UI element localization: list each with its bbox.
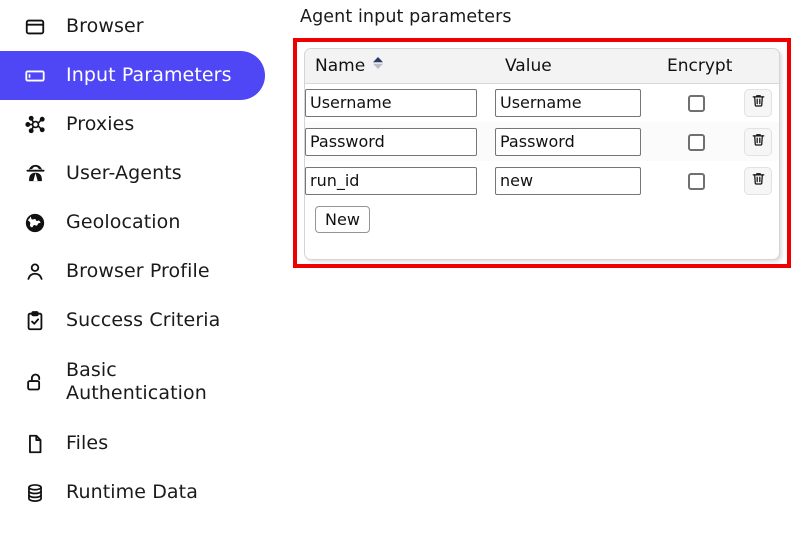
- param-name-input[interactable]: [305, 88, 477, 117]
- sidebar-item-user-agents[interactable]: User-Agents: [0, 149, 265, 198]
- table-header: Name Value Encrypt: [305, 49, 779, 84]
- sidebar-item-label: User-Agents: [66, 161, 182, 184]
- spy-agent-icon: [22, 161, 48, 187]
- sidebar-item-success-criteria[interactable]: Success Criteria: [0, 296, 265, 345]
- encrypt-checkbox[interactable]: [687, 134, 705, 151]
- parameters-panel: Name Value Encrypt Username Username Pas…: [304, 48, 780, 260]
- table-row: [305, 83, 779, 122]
- column-header-label: Name: [315, 55, 366, 76]
- column-header-actions: [735, 49, 779, 84]
- sidebar-item-geolocation[interactable]: Geolocation: [0, 198, 265, 247]
- column-header-label: Encrypt: [667, 55, 733, 76]
- new-parameter-button[interactable]: New: [315, 206, 370, 233]
- delete-row-button[interactable]: [744, 166, 772, 195]
- table-row: [305, 161, 779, 200]
- user-profile-icon: [22, 259, 48, 285]
- sidebar-item-browser-profile[interactable]: Browser Profile: [0, 247, 265, 296]
- sidebar-item-label: Browser Profile: [66, 259, 210, 282]
- encrypt-checkbox[interactable]: [687, 173, 705, 190]
- column-header-encrypt[interactable]: Encrypt: [657, 49, 735, 84]
- sidebar-item-label: Browser: [66, 14, 144, 37]
- sidebar-item-label: Basic Authentication: [66, 358, 207, 404]
- table-row: [305, 122, 779, 161]
- sidebar-item-basic-authentication[interactable]: Basic Authentication: [0, 345, 265, 419]
- table-body: New: [305, 83, 779, 239]
- column-header-name[interactable]: Name: [305, 49, 495, 84]
- cell-name: [305, 122, 495, 161]
- sidebar-item-runtime-data[interactable]: Runtime Data: [0, 468, 265, 517]
- sidebar-item-label: Input Parameters: [66, 63, 232, 86]
- database-icon: [22, 480, 48, 506]
- cell-encrypt: [657, 161, 735, 200]
- network-nodes-icon: [22, 112, 48, 138]
- column-header-value[interactable]: Value: [495, 49, 657, 84]
- param-value-input[interactable]: [495, 127, 641, 156]
- highlight-box: Name Value Encrypt Username Username Pas…: [293, 38, 791, 268]
- trash-icon: [751, 171, 766, 190]
- cell-delete: [735, 122, 779, 161]
- cell-value: [495, 122, 657, 161]
- sidebar-item-browser[interactable]: Browser: [0, 2, 265, 51]
- globe-icon: [22, 210, 48, 236]
- sidebar-nav: Browser Input Parameters Proxies User-Ag…: [0, 0, 265, 534]
- column-header-label: Value: [505, 55, 552, 76]
- cell-value: [495, 83, 657, 122]
- sort-updown-icon[interactable]: [372, 55, 384, 76]
- clipboard-check-icon: [22, 308, 48, 334]
- cell-delete: [735, 161, 779, 200]
- document-icon: [22, 431, 48, 457]
- main-content: Agent input parameters Name Value Encryp…: [292, 0, 804, 534]
- sidebar-item-files[interactable]: Files: [0, 419, 265, 468]
- input-field-icon: [22, 63, 48, 89]
- delete-row-button[interactable]: [744, 88, 772, 117]
- sidebar-item-label: Proxies: [66, 112, 135, 135]
- parameters-table: Name Value Encrypt Username Username Pas…: [305, 49, 779, 239]
- cell-new-action: New: [305, 200, 779, 239]
- trash-icon: [751, 132, 766, 151]
- trash-icon: [751, 93, 766, 112]
- param-name-input[interactable]: [305, 166, 477, 195]
- cell-name: [305, 83, 495, 122]
- table-footer-row: New: [305, 200, 779, 239]
- delete-row-button[interactable]: [744, 127, 772, 156]
- sidebar-item-input-parameters[interactable]: Input Parameters: [0, 51, 265, 100]
- sidebar-item-proxies[interactable]: Proxies: [0, 100, 265, 149]
- encrypt-checkbox[interactable]: [687, 95, 705, 113]
- sidebar-item-label: Files: [66, 431, 109, 454]
- cell-encrypt: [657, 122, 735, 161]
- param-value-input[interactable]: [495, 166, 641, 195]
- cell-name: [305, 161, 495, 200]
- page-title: Agent input parameters: [300, 7, 512, 27]
- unlocked-padlock-icon: [22, 369, 48, 395]
- input-parameters-page: Browser Input Parameters Proxies User-Ag…: [0, 0, 804, 534]
- browser-window-icon: [22, 14, 48, 40]
- cell-value: [495, 161, 657, 200]
- sidebar-item-label: Runtime Data: [66, 480, 198, 503]
- sidebar-item-label: Geolocation: [66, 210, 181, 233]
- table-header-row: Name Value Encrypt: [305, 49, 779, 84]
- param-value-input[interactable]: [495, 88, 641, 117]
- cell-encrypt: [657, 83, 735, 122]
- cell-delete: [735, 83, 779, 122]
- sidebar-item-label: Success Criteria: [66, 308, 221, 331]
- param-name-input[interactable]: [305, 127, 477, 156]
